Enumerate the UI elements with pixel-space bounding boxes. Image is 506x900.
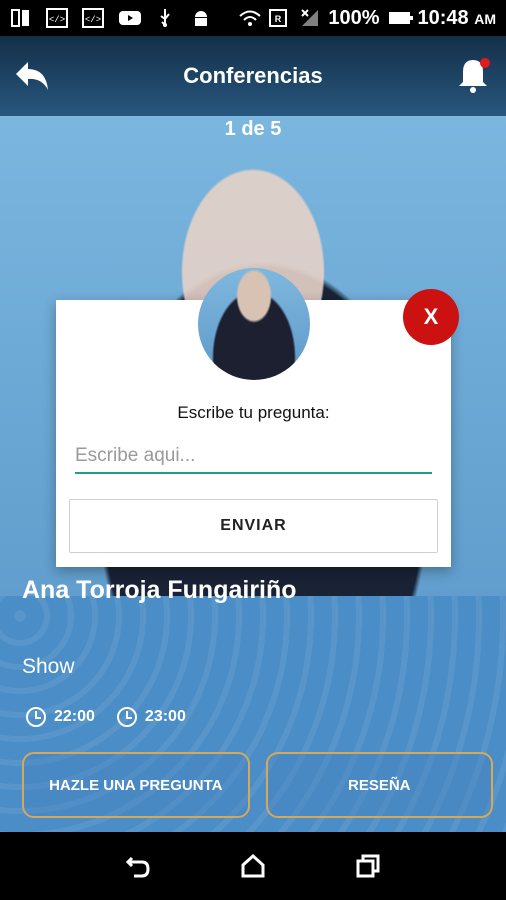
- svg-text:R: R: [275, 14, 282, 24]
- sim-icon: [10, 8, 32, 28]
- android-icon: [190, 8, 212, 28]
- send-button[interactable]: ENVIAR: [69, 499, 438, 553]
- battery-percent: 100%: [328, 6, 380, 29]
- end-time: 23:00: [116, 707, 186, 727]
- event-times: 22:00 23:00: [26, 707, 186, 727]
- start-time-label: 22:00: [54, 708, 95, 725]
- nav-back-button[interactable]: [118, 846, 158, 886]
- close-dialog-button[interactable]: X: [403, 289, 459, 345]
- back-arrow-icon: [16, 62, 48, 90]
- battery-icon: [388, 8, 413, 28]
- wifi-icon: [238, 8, 262, 28]
- event-type: Show: [22, 655, 75, 678]
- nav-home-button[interactable]: [233, 846, 273, 886]
- nav-back-icon: [125, 856, 150, 878]
- back-button[interactable]: [12, 56, 52, 96]
- status-right-icons: R 100% 10:48 AM: [238, 7, 496, 30]
- event-actions: HAZLE UNA PREGUNTA RESEÑA: [22, 752, 493, 818]
- dialog-prompt: Escribe tu pregunta:: [177, 403, 330, 422]
- question-input[interactable]: [75, 440, 432, 474]
- page-title: Conferencias: [183, 63, 323, 88]
- usb-icon: [154, 8, 176, 28]
- speaker-avatar: [198, 268, 310, 380]
- notification-badge: [480, 58, 490, 68]
- data-saver-icon: R: [268, 8, 290, 28]
- code-icon-2: </>: [82, 8, 104, 28]
- code-icon: </>: [46, 8, 68, 28]
- signal-icon: [298, 8, 320, 28]
- carousel-counter: 1 de 5: [224, 118, 282, 140]
- review-button[interactable]: RESEÑA: [265, 752, 493, 818]
- status-bar: </> </> R 100% 10:48 AM: [0, 0, 506, 36]
- recents-icon: [356, 854, 380, 878]
- clock-time: 10:48 AM: [417, 6, 497, 29]
- system-nav-bar: [0, 832, 506, 900]
- status-left-icons: </> </>: [10, 8, 212, 28]
- ask-question-button[interactable]: HAZLE UNA PREGUNTA: [22, 752, 250, 818]
- event-name: Ana Torroja Fungairiño: [22, 576, 297, 604]
- svg-text:</>: </>: [85, 15, 101, 25]
- app-bar: Conferencias: [0, 36, 506, 116]
- clock-icon: [26, 707, 46, 727]
- youtube-icon: [118, 8, 141, 28]
- end-time-label: 23:00: [144, 708, 186, 725]
- svg-text:</>: </>: [49, 15, 65, 25]
- home-icon: [241, 853, 265, 878]
- clock-icon: [116, 707, 137, 727]
- start-time: 22:00: [26, 707, 95, 727]
- notifications-button[interactable]: [456, 56, 490, 94]
- nav-recents-button[interactable]: [348, 846, 388, 886]
